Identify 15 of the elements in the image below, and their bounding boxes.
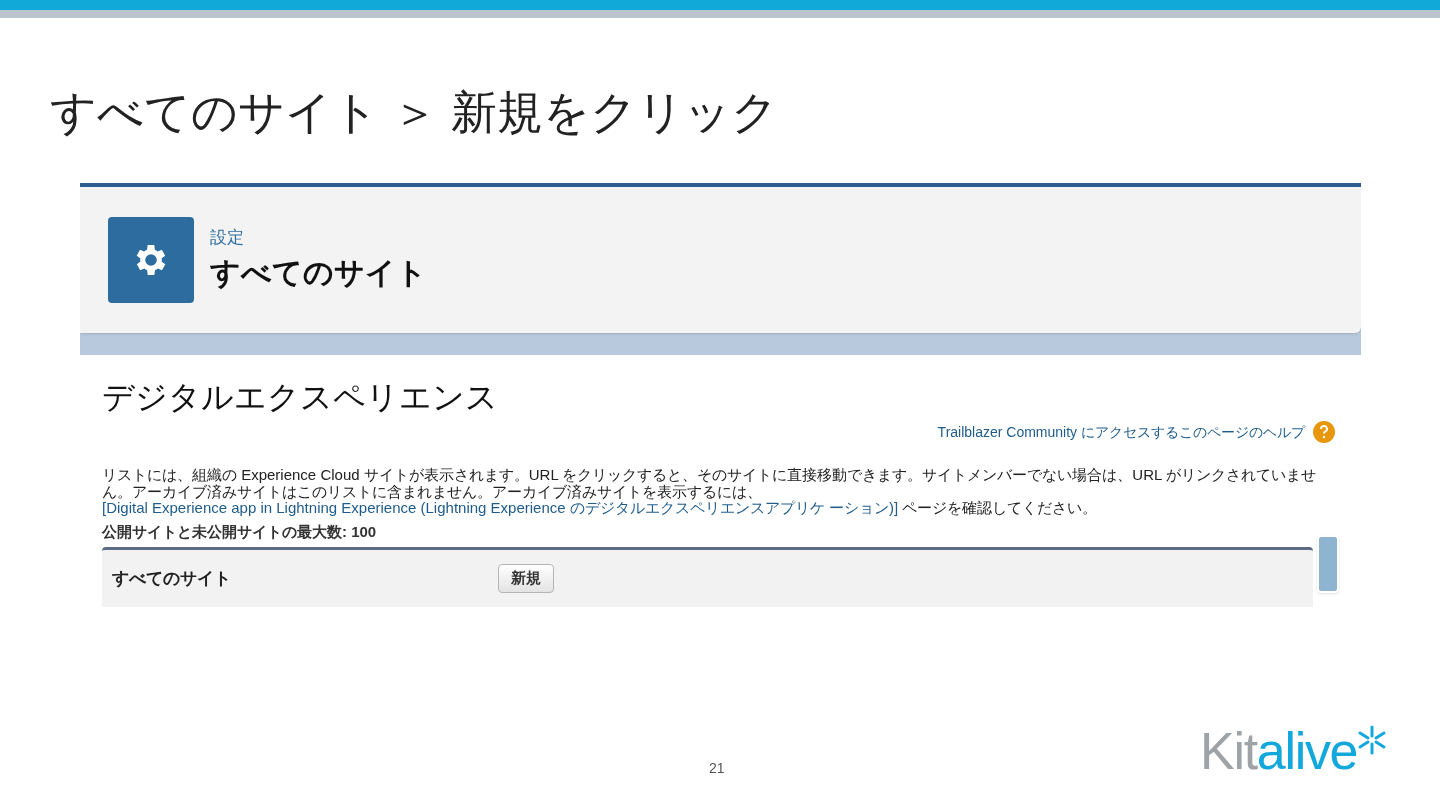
page-number: 21 bbox=[709, 759, 725, 778]
page-header-title: すべてのサイト bbox=[210, 255, 427, 292]
description-text: リストには、組織の Experience Cloud サイトが表示されます。URL をクリックすると、そのサイトに直接移動できます。サイトメンバーでない場合は、URL がリンクされていません。アーカイブ済みサイトはこのリストに含まれません。アーカイブ済みサイトを表示するには、 [Digital Experience app in Lightning Experience (Lightning Experience のデジタルエクスペリエンスアプリケ ーション)] ページを確認してください。 bbox=[102, 467, 1317, 517]
new-button[interactable]: 新規 bbox=[498, 564, 554, 593]
help-icon[interactable] bbox=[1313, 421, 1335, 443]
slide-title: すべてのサイト ＞ 新規をクリック bbox=[50, 85, 778, 140]
list-title: すべてのサイト bbox=[112, 567, 232, 590]
breadcrumb-link[interactable]: 設定 bbox=[210, 224, 427, 251]
section-title: デジタルエクスペリエンス bbox=[102, 378, 499, 417]
kitalive-logo: Kitalive bbox=[1200, 725, 1388, 777]
collapse-handle[interactable] bbox=[1317, 535, 1339, 593]
limit-text: 公開サイトと未公開サイトの最大数: 100 bbox=[102, 521, 378, 542]
digital-experience-link[interactable]: [Digital Experience app in Lightning Experience (Lightning Experience のデジタルエクスペリエンスアプリケ ーション)] bbox=[102, 499, 899, 516]
help-link[interactable]: Trailblazer Community にアクセスするこのページのヘルプ bbox=[937, 421, 1305, 443]
settings-icon bbox=[108, 217, 194, 303]
